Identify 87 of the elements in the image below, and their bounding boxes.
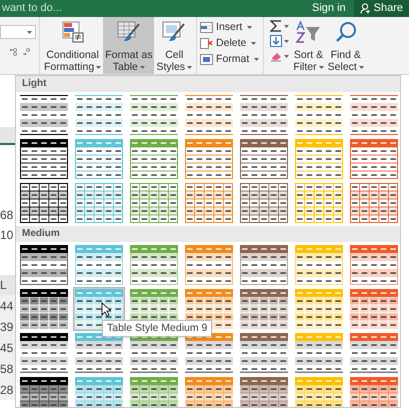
table-style-thumbnail[interactable] <box>238 375 290 407</box>
conditional-formatting-icon <box>62 21 84 43</box>
sum-icon[interactable] <box>270 20 282 32</box>
decrease-decimal-icon[interactable] <box>23 47 32 56</box>
table-style-thumbnail[interactable] <box>238 287 290 331</box>
eraser-icon[interactable] <box>270 50 282 62</box>
row-header: 28 <box>0 379 16 400</box>
row-header: 44 <box>0 295 16 316</box>
caret-icon <box>358 66 364 69</box>
table-style-thumbnail[interactable] <box>128 181 180 225</box>
table-style-thumbnail[interactable] <box>18 93 70 137</box>
caret-icon <box>284 24 290 28</box>
table-style-thumbnail[interactable] <box>128 243 180 287</box>
caret-icon <box>318 66 324 69</box>
table-style-thumbnail[interactable] <box>238 331 290 375</box>
insert-cells-icon <box>200 22 214 32</box>
table-style-thumbnail[interactable] <box>293 93 345 137</box>
section-header: Light <box>16 76 400 92</box>
ribbon-button[interactable]: Find & Select <box>326 17 366 74</box>
table-style-thumbnail[interactable] <box>183 243 235 287</box>
table-style-thumbnail[interactable] <box>238 93 290 137</box>
table-style-thumbnail[interactable] <box>348 93 400 137</box>
cell-brush-icon <box>162 21 186 43</box>
search-icon <box>334 21 357 43</box>
table-style-thumbnail[interactable] <box>293 243 345 287</box>
ribbon-menu-button[interactable]: Format <box>200 53 260 65</box>
caret-icon <box>251 42 256 44</box>
fill-down-icon[interactable] <box>270 35 282 47</box>
table-style-thumbnail[interactable] <box>293 375 345 407</box>
increase-decimal-icon[interactable] <box>10 47 19 56</box>
table-style-thumbnail[interactable] <box>183 181 235 225</box>
table-style-thumbnail[interactable] <box>183 93 235 137</box>
ribbon-menu-button[interactable]: Delete <box>200 37 260 49</box>
table-style-thumbnail[interactable] <box>73 181 125 225</box>
row-header: 45 <box>0 337 16 358</box>
table-style-thumbnail[interactable] <box>128 93 180 137</box>
ribbon-button[interactable]: Cell Styles <box>154 17 194 74</box>
ribbon-menu-button[interactable]: Insert <box>200 21 260 33</box>
table-style-thumbnail[interactable] <box>293 181 345 225</box>
caret-icon <box>284 54 290 58</box>
table-style-thumbnail[interactable] <box>73 243 125 287</box>
tooltip: Table Style Medium 9 <box>102 320 212 337</box>
table-style-thumbnail[interactable] <box>293 331 345 375</box>
table-style-thumbnail[interactable] <box>348 287 400 331</box>
table-style-thumbnail[interactable] <box>73 93 125 137</box>
table-style-thumbnail[interactable] <box>238 181 290 225</box>
table-style-thumbnail[interactable] <box>18 287 70 331</box>
caret-icon <box>140 66 145 69</box>
sheet-header-strip <box>0 127 16 145</box>
table-style-thumbnail[interactable] <box>183 375 235 407</box>
table-style-thumbnail[interactable] <box>128 375 180 407</box>
table-style-thumbnail[interactable] <box>293 287 345 331</box>
table-brush-icon <box>116 21 141 43</box>
cell-value: 10 <box>0 227 14 244</box>
ribbon-button[interactable]: Sort & Filter <box>291 17 326 74</box>
table-style-thumbnail[interactable] <box>73 375 125 407</box>
cell-value: 68 <box>0 207 14 224</box>
column-header: L <box>0 275 16 295</box>
sign-in-link[interactable]: Sign in <box>304 0 354 17</box>
table-style-thumbnail[interactable] <box>18 181 70 225</box>
sort-filter-icon <box>295 21 322 43</box>
ribbon-button[interactable]: Format as Table <box>103 17 154 74</box>
delete-cells-icon <box>200 38 214 48</box>
table-style-thumbnail[interactable] <box>348 375 400 407</box>
share-button[interactable]: Share <box>354 0 409 17</box>
caret-icon <box>254 58 260 60</box>
caret-icon <box>96 66 102 69</box>
row-header: 58 <box>0 358 16 379</box>
table-style-thumbnail[interactable] <box>18 331 70 375</box>
table-style-thumbnail[interactable] <box>18 375 70 407</box>
section-header: Medium <box>16 226 400 242</box>
caret-icon <box>247 26 252 28</box>
table-style-thumbnail[interactable] <box>348 331 400 375</box>
row-header: 39 <box>0 316 16 337</box>
person-icon <box>360 3 371 14</box>
ribbon-button[interactable]: Conditional Formatting <box>42 17 104 74</box>
caret-icon <box>187 66 192 69</box>
table-style-thumbnail[interactable] <box>348 243 400 287</box>
search-hint[interactable]: want to do... <box>0 0 304 17</box>
format-cells-icon <box>200 54 214 64</box>
mouse-cursor-icon <box>101 302 111 317</box>
table-style-thumbnail[interactable] <box>238 243 290 287</box>
table-style-thumbnail[interactable] <box>348 181 400 225</box>
table-style-thumbnail[interactable] <box>73 331 125 375</box>
table-style-thumbnail[interactable] <box>18 243 70 287</box>
caret-icon <box>284 40 290 42</box>
caret-icon <box>27 30 32 34</box>
